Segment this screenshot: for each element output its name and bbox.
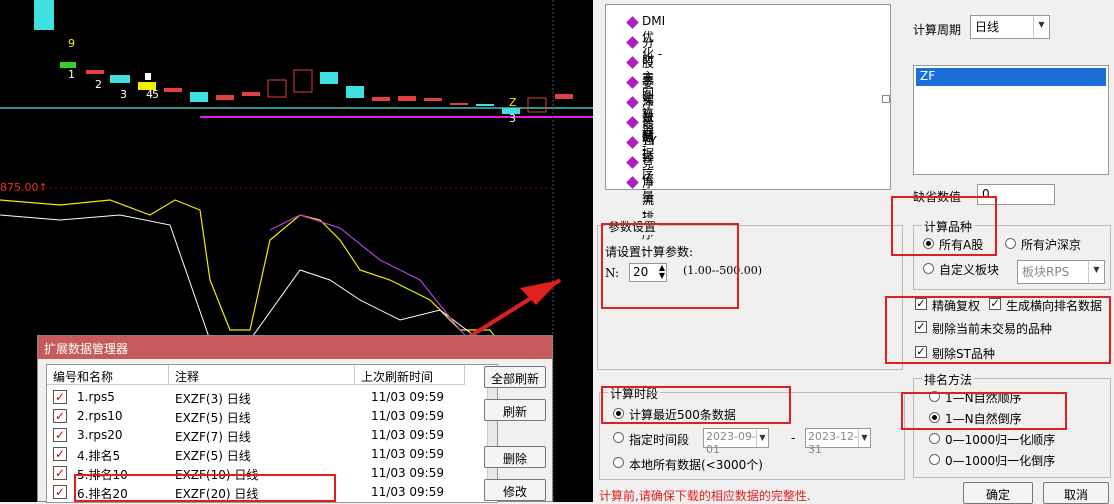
row-time: 11/03 09:59 <box>371 447 444 461</box>
date-from-select[interactable]: 2023-09-01 ▼ <box>703 428 769 456</box>
radio-all-hs[interactable] <box>1005 238 1016 249</box>
radio-rank-3[interactable] <box>929 433 940 444</box>
formula-tree[interactable]: DMI优化 - 分时主图 - 股票计算器 - 委买数据 - 净买数据 - 最强排… <box>605 4 891 256</box>
settings-panel: DMI优化 - 分时主图 - 股票计算器 - 委买数据 - 净买数据 - 最强排… <box>593 0 1114 504</box>
table-row[interactable]: ✓ 1.rps5 EXZF(3) 日线 11/03 09:59 <box>47 388 467 407</box>
variety-custom-label: 自定义板块 <box>939 263 1000 277</box>
chevron-down-icon: ▼ <box>756 429 768 447</box>
chart-number: 9 <box>68 37 75 50</box>
radio-custom[interactable] <box>923 263 934 274</box>
rank-group-title: 排名方法 <box>922 371 975 388</box>
row-time: 11/03 09:59 <box>371 485 444 499</box>
row-name: 3.rps20 <box>77 428 123 442</box>
chevron-down-icon: ▼ <box>1088 261 1104 283</box>
header-name[interactable]: 编号和名称 <box>47 365 169 385</box>
row-checkbox[interactable]: ✓ <box>53 447 67 461</box>
row-time: 11/03 09:59 <box>371 390 444 404</box>
table-row[interactable]: ✓ 3.rps20 EXZF(7) 日线 11/03 09:59 <box>47 426 467 445</box>
table-row[interactable]: ✓ 4.排名5 EXZF(5) 日线 11/03 09:59 <box>47 445 467 464</box>
ok-button[interactable]: 确定 <box>963 482 1033 504</box>
row-checkbox[interactable]: ✓ <box>53 485 67 499</box>
refresh-all-button[interactable]: 全部刷新 <box>484 366 546 388</box>
cancel-button[interactable]: 取消 <box>1043 482 1109 504</box>
time-range-label: 指定时间段 <box>629 433 690 447</box>
extension-data-manager: 扩展数据管理器 编号和名称 注释 上次刷新时间 ✓ 1.rps5 EXZF(3) 日… <box>37 335 553 503</box>
chart-number: 1 <box>68 68 75 81</box>
row-name: 2.rps10 <box>77 409 123 423</box>
date-separator: - <box>791 431 796 445</box>
row-note: EXZF(3) 日线 <box>175 392 251 406</box>
variety-all-hs-label: 所有沪深京 <box>1021 238 1082 252</box>
date-to-select[interactable]: 2023-12-31 ▼ <box>805 428 871 456</box>
rank-4-label: 0—1000归一化倒序 <box>945 454 1056 468</box>
top-candle <box>34 0 54 30</box>
header-time[interactable]: 上次刷新时间 <box>355 365 465 385</box>
chart-number: Z <box>509 96 517 109</box>
highlight-box <box>601 386 791 424</box>
sector-select[interactable]: 板块RPS ▼ <box>1017 260 1105 284</box>
row-note: EXZF(5) 日线 <box>175 449 251 463</box>
delete-button[interactable]: 删除 <box>484 446 546 468</box>
chart-number: 3 <box>120 88 127 101</box>
modify-button[interactable]: 修改 <box>484 479 546 501</box>
chevron-down-icon: ▼ <box>858 429 870 447</box>
row-time: 11/03 09:59 <box>371 409 444 423</box>
highlight-box <box>74 474 336 502</box>
highlight-box <box>901 392 1067 430</box>
tree-scroll-box[interactable] <box>882 95 890 103</box>
row-checkbox[interactable]: ✓ <box>53 466 67 480</box>
period-select[interactable]: 日线 ▼ <box>970 15 1050 39</box>
rank-3-label: 0—1000归一化顺序 <box>945 433 1056 447</box>
warning-text: 计算前,请确保下载的相应数据的完整性. <box>599 489 811 503</box>
chart-number: 3 <box>509 112 516 125</box>
radio-local[interactable] <box>613 457 624 468</box>
dialog-title[interactable]: 扩展数据管理器 <box>38 336 552 359</box>
period-label: 计算周期 <box>913 23 962 37</box>
refresh-button[interactable]: 刷新 <box>484 399 546 421</box>
variable-list[interactable]: ZF <box>913 65 1109 175</box>
chart-number: 2 <box>95 78 102 91</box>
highlight-box <box>601 223 739 309</box>
row-checkbox[interactable]: ✓ <box>53 390 67 404</box>
list-item-zf[interactable]: ZF <box>916 68 1106 86</box>
row-time: 11/03 09:59 <box>371 466 444 480</box>
highlight-box <box>885 296 1111 364</box>
chart-number: 5 <box>152 88 159 101</box>
axis-label: 875.00↑ <box>0 181 48 194</box>
row-name: 1.rps5 <box>77 390 115 404</box>
row-checkbox[interactable]: ✓ <box>53 428 67 442</box>
row-checkbox[interactable]: ✓ <box>53 409 67 423</box>
row-note: EXZF(7) 日线 <box>175 430 251 444</box>
row-name: 4.排名5 <box>77 449 121 463</box>
radio-rank-4[interactable] <box>929 454 940 465</box>
chevron-down-icon: ▼ <box>1033 16 1049 38</box>
header-note[interactable]: 注释 <box>169 365 355 385</box>
candles <box>60 62 573 114</box>
row-time: 11/03 09:59 <box>371 428 444 442</box>
time-local-label: 本地所有数据(<3000个) <box>629 458 763 472</box>
radio-range[interactable] <box>613 432 624 443</box>
table-row[interactable]: ✓ 2.rps10 EXZF(5) 日线 11/03 09:59 <box>47 407 467 426</box>
row-note: EXZF(5) 日线 <box>175 411 251 425</box>
highlight-box <box>891 196 997 256</box>
